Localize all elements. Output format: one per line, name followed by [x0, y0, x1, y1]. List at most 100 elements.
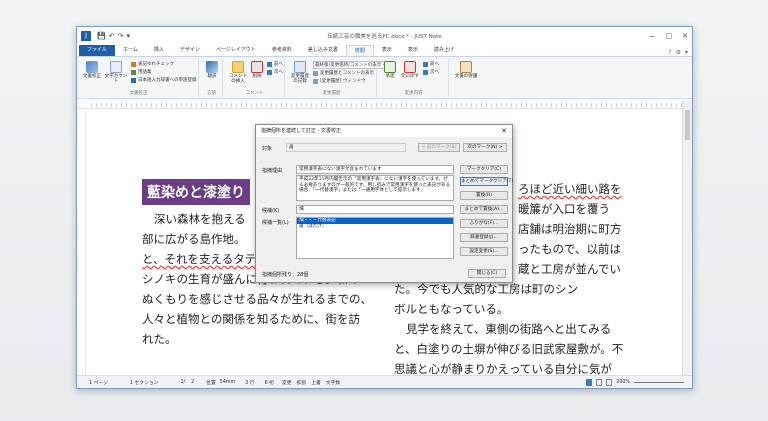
track-changes-icon [294, 61, 306, 73]
status-mode-overwrite[interactable]: 上書 [311, 379, 321, 386]
group-label-track: 変更履歴 [322, 91, 341, 96]
proofread-button[interactable]: 文書校正 [81, 61, 103, 79]
register-word-button[interactable]: 日本語入力辞書への単語登録 [131, 77, 197, 83]
dialog-close-icon[interactable]: ✕ [501, 125, 507, 137]
prev-comment-button[interactable]: 前へ [267, 61, 283, 67]
batch-replace-button[interactable]: まとめて置換(A)... [460, 205, 508, 214]
status-mode-charcount[interactable]: 文字数 [326, 379, 340, 386]
ribbon-collapse-icon[interactable]: ▾ [685, 49, 688, 56]
document-heading: 藍染めと漆塗り [142, 179, 250, 205]
show-markup-button[interactable]: 変更履歴とコメントの表示 [313, 70, 374, 76]
candidate-input[interactable]: 畑 [296, 205, 454, 214]
next-change-button[interactable]: 次へ [423, 69, 439, 75]
doc-line: 深い森林を抱える [154, 212, 246, 226]
doc-line: 見学を終えて、東側の街路へと出てみる [406, 322, 612, 336]
proofread-icon [86, 61, 98, 73]
zoom-slider[interactable] [634, 381, 684, 383]
target-label: 対象 [262, 146, 273, 152]
ribbon-tabs: ファイル ホーム 挿入 デザイン ページレイアウト 参考資料 差し込み文書 校閲… [77, 45, 692, 57]
group-proofing: 文書校正 文字カウント 表記ゆれチェック 用語集 日本語入力辞書への単語登録 文… [79, 59, 199, 97]
tab-insert[interactable]: 挿入 [146, 45, 172, 56]
accept-button[interactable]: 承諾 [381, 61, 399, 79]
delete-comment-button[interactable]: 削除 [249, 61, 265, 79]
show-markup-icon [313, 70, 318, 76]
arrow-up-icon [423, 61, 428, 67]
view-mode-icon[interactable] [586, 378, 593, 386]
tab-view-1[interactable]: 表示 [374, 45, 400, 56]
candidate-list[interactable]: 畑・・・代替表記 畠（はたけ） [296, 217, 454, 259]
vertical-scrollbar[interactable] [682, 100, 692, 375]
minimize-icon[interactable]: — [649, 32, 656, 40]
status-mode-extend[interactable]: 拡張 [297, 379, 307, 386]
status-pages-total: 2 [191, 379, 195, 385]
horizontal-ruler[interactable] [77, 100, 682, 109]
zoom-value[interactable]: 200% [616, 380, 630, 385]
tab-page-layout[interactable]: ページレイアウト [208, 45, 264, 56]
settings-icon[interactable]: ⚙ [676, 49, 681, 56]
status-bar: 1 ページ 1 セクション 1/ 2 位置 54mm 3 行 6 桁 変更 拡張… [77, 375, 692, 388]
status-column: 6 桁 [264, 380, 274, 386]
group-track-changes: 変更履歴の記録 最終版(変更箇所/コメントの表示 ▾ 変更履歴とコメントの表示 … [287, 59, 388, 97]
track-changes-button[interactable]: 変更履歴の記録 [289, 61, 311, 84]
next-comment-button[interactable]: 次へ [267, 69, 283, 75]
tab-view-2[interactable]: 表示 [400, 45, 426, 56]
reason-label: 指摘理由 [262, 168, 283, 174]
maximize-icon[interactable]: □ [666, 32, 673, 40]
tab-mailings[interactable]: 差し込み文書 [300, 45, 346, 56]
character-count-button[interactable]: 文字カウント [103, 61, 129, 84]
reason-title: 常用漢字表にない漢字が含まれています [296, 165, 454, 174]
group-language: 翻訳 言語 [201, 59, 223, 97]
lock-icon [460, 61, 472, 73]
settings-change-button[interactable]: 設定変更(S)... [460, 247, 508, 256]
tab-review[interactable]: 校閲 [345, 45, 374, 56]
doc-line: と、それを支えるタテ [142, 252, 257, 266]
insert-comment-button[interactable]: コメントの挿入 [227, 61, 249, 84]
prev-mark-button[interactable]: < 前のマーク(B) [418, 143, 460, 152]
group-changes: 承諾 元に戻す 前へ 次へ 変更内容 [379, 59, 449, 97]
tab-design[interactable]: デザイン [172, 45, 208, 56]
tab-references[interactable]: 参考資料 [264, 45, 300, 56]
doc-line: 部に広がる島作地。 [142, 232, 246, 246]
tab-home[interactable]: ホーム [115, 45, 146, 56]
glossary-button[interactable]: 用語集 [131, 69, 152, 75]
protect-document-button[interactable]: 文書の保護 [453, 61, 479, 79]
reviewing-pane-button[interactable]: [変更履歴] ウィンドウ [313, 78, 365, 84]
reject-button[interactable]: 元に戻す [399, 61, 421, 79]
translate-button[interactable]: 翻訳 [203, 61, 221, 79]
doc-line: 人々と植物との関係を知るために、街を訪 [142, 312, 361, 326]
close-button[interactable]: 閉じる(C) [468, 269, 506, 278]
dialog-title: 指摘個所を連続して訂正 - 文書校正 [261, 128, 341, 134]
prev-change-button[interactable]: 前へ [423, 61, 439, 67]
help-icon[interactable]: ? [668, 49, 671, 56]
replace-button[interactable]: 置換(R) [460, 191, 508, 200]
glossary-icon [131, 69, 136, 75]
next-mark-button[interactable]: 次のマーク(N) > [463, 143, 507, 152]
doc-line: 店舗は明治期に町方 [518, 222, 622, 236]
reject-icon [404, 61, 416, 73]
doc-line: ろほど近い細い路を [518, 182, 622, 196]
dictionary-register-button[interactable]: 辞書登録(J)... [460, 233, 508, 242]
ruler-ticks [91, 103, 682, 107]
mark-clear-button[interactable]: マーククリア(C) [460, 165, 508, 174]
arrow-up-icon [267, 61, 272, 67]
scrollbar-thumb[interactable] [685, 110, 690, 140]
status-position: 54mm [219, 379, 236, 385]
list-item[interactable]: 畠（はたけ） [297, 224, 453, 230]
tab-file[interactable]: ファイル [79, 45, 116, 56]
status-mode-change[interactable]: 変更 [282, 379, 292, 386]
group-comment: コメントの挿入 削除 前へ 次へ コメント [225, 59, 285, 97]
close-icon[interactable]: ✕ [682, 32, 688, 40]
group-label-proofing: 文書校正 [129, 91, 148, 96]
furigana-button[interactable]: ふりがな(F)... [460, 219, 508, 228]
doc-line: 暖簾が入口を覆う [518, 202, 610, 216]
display-mode-select[interactable]: 最終版(変更箇所/コメントの表示 ▾ [313, 61, 388, 69]
doc-line: れた。 [142, 332, 177, 346]
vertical-ruler[interactable] [77, 109, 86, 375]
batch-mark-clear-button[interactable]: まとめてマーククリア(T) [460, 177, 513, 186]
notation-check-icon [131, 61, 136, 67]
web-layout-icon[interactable] [606, 378, 613, 386]
doc-line: ったもので、以前は [518, 242, 622, 256]
print-layout-icon[interactable] [596, 378, 603, 386]
notation-check-button[interactable]: 表記ゆれチェック [131, 61, 174, 67]
tab-read-aloud[interactable]: 読み上げ [426, 45, 462, 56]
